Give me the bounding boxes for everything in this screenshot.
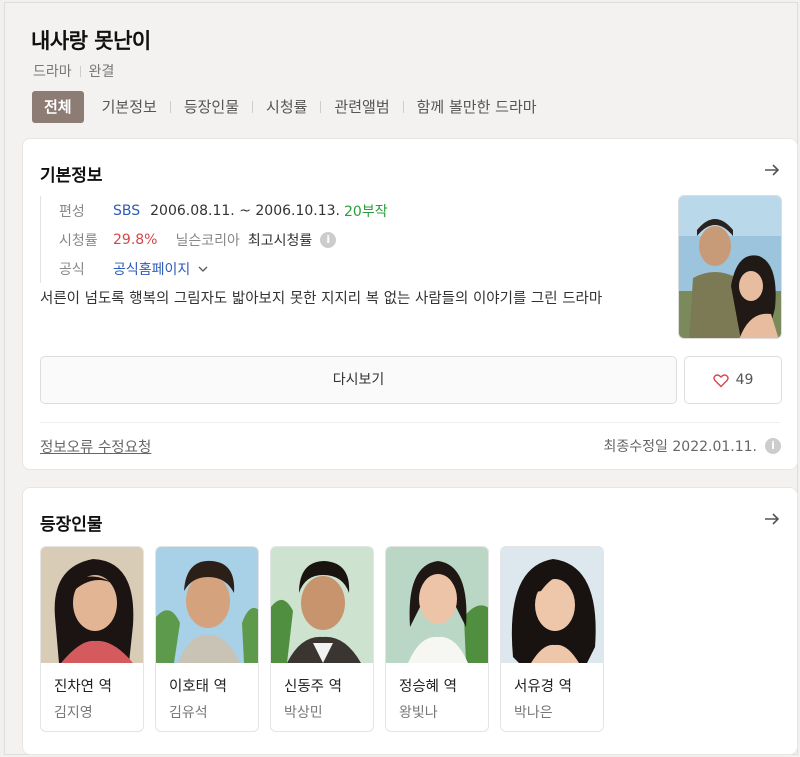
divider [79,65,81,77]
poster-image[interactable] [678,195,782,339]
section-title: 기본정보 [40,166,103,186]
tab-ratings[interactable]: 시청률 [253,91,320,123]
page-title: 내사랑 못난이 [31,29,151,53]
actor-name: 김지영 [54,705,93,721]
status-label: 완결 [88,64,115,80]
role-name: 이호태 역 [169,679,227,695]
actor-name: 박나은 [514,705,553,721]
official-homepage-link[interactable]: 공식홈페이지 [113,259,190,279]
rating-row: 시청률 29.8% 닐슨코리아 최고시청률 i [59,225,388,254]
tab-bar: 전체 기본정보 등장인물 시청률 관련앨범 함께 볼만한 드라마 [32,91,550,123]
role-name: 진차연 역 [54,679,112,695]
broadcast-label: 편성 [59,203,85,220]
broadcast-dates: 2006.08.11. ~ 2006.10.13. [150,202,340,219]
header: 내사랑 못난이 [31,25,151,55]
genre-label: 드라마 [33,64,72,80]
rewatch-button[interactable]: 다시보기 [40,356,677,404]
episode-count: 20부작 [344,203,388,220]
tab-recommended[interactable]: 함께 볼만한 드라마 [404,91,550,123]
actor-photo [41,547,143,663]
rating-label: 시청률 [59,232,98,249]
cast-item[interactable]: 서유경 역 박나은 [500,546,604,732]
actor-name: 왕빛나 [399,705,438,721]
rating-type: 최고시청률 [247,232,313,249]
actor-photo [271,547,373,663]
role-name: 신동주 역 [284,679,342,695]
cast-item[interactable]: 정승혜 역 왕빛나 [385,546,489,732]
like-count: 49 [735,372,754,388]
arrow-right-icon[interactable] [763,510,781,528]
info-icon[interactable]: i [320,231,337,248]
cast-item[interactable]: 진차연 역 김지영 [40,546,144,732]
cast-card: 등장인물 진차연 역 김지영 이호태 역 김유석 신동주 역 박상민 정승혜 역… [22,487,798,755]
chevron-down-icon[interactable] [196,262,210,276]
tab-albums[interactable]: 관련앨범 [321,91,402,123]
last-updated: 최종수정일 2022.01.11. i [604,436,781,456]
info-list: 편성 SBS 2006.08.11. ~ 2006.10.13. 20부작 시청… [40,196,388,283]
role-name: 서유경 역 [514,679,572,695]
synopsis: 서른이 넘도록 행복의 그림자도 밟아보지 못한 지지리 복 없는 사람들의 이… [40,291,603,307]
actor-photo [386,547,488,663]
actor-photo [156,547,258,663]
channel-link[interactable]: SBS [113,203,140,219]
actor-name: 박상민 [284,705,323,721]
rating-source: 닐슨코리아 [175,232,240,249]
cast-item[interactable]: 이호태 역 김유석 [155,546,259,732]
cast-list: 진차연 역 김지영 이호태 역 김유석 신동주 역 박상민 정승혜 역 왕빛나 … [40,546,604,732]
tab-characters[interactable]: 등장인물 [171,91,252,123]
official-label: 공식 [59,261,85,278]
heart-icon [712,373,729,387]
page-frame: 내사랑 못난이 드라마 완결 전체 기본정보 등장인물 시청률 관련앨범 함께 … [4,2,798,755]
divider [40,422,780,423]
role-name: 정승혜 역 [399,679,457,695]
info-icon[interactable]: i [765,438,781,454]
tab-all[interactable]: 전체 [32,91,84,123]
section-title: 등장인물 [40,515,103,535]
report-error-link[interactable]: 정보오류 수정요청 [40,436,151,457]
rating-value: 29.8% [113,231,158,248]
actor-name: 김유석 [169,705,208,721]
actor-photo [501,547,603,663]
basic-info-card: 기본정보 편성 SBS 2006.08.11. ~ 2006.10.13. 20… [22,138,798,470]
broadcast-row: 편성 SBS 2006.08.11. ~ 2006.10.13. 20부작 [59,196,388,225]
tab-basic-info[interactable]: 기본정보 [89,91,170,123]
subtitle: 드라마 완결 [33,61,114,81]
cast-item[interactable]: 신동주 역 박상민 [270,546,374,732]
like-button[interactable]: 49 [684,356,782,404]
arrow-right-icon[interactable] [763,161,781,179]
official-row: 공식 공식홈페이지 [59,254,388,283]
last-updated-text: 최종수정일 2022.01.11. [603,439,757,455]
